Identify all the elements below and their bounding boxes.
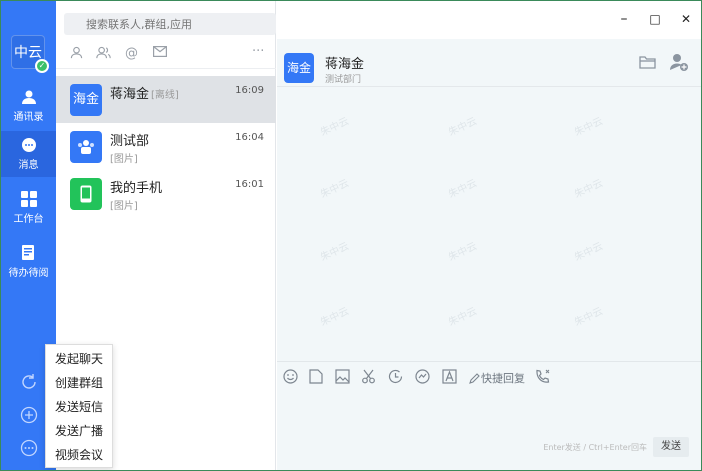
quick-reply-label: 快捷回复 xyxy=(481,372,525,385)
message-area: 朱中云 朱中云 朱中云 朱中云 朱中云 朱中云 朱中云 朱中云 朱中云 朱中云 … xyxy=(277,88,701,360)
plus-circle-icon xyxy=(20,406,37,424)
watermark: 朱中云 xyxy=(446,240,479,264)
conversation-time: 16:09 xyxy=(235,85,264,96)
phone-avatar-icon xyxy=(70,178,102,210)
watermark: 朱中云 xyxy=(572,177,605,201)
group-avatar-icon xyxy=(70,131,102,163)
app-logo[interactable]: 中云 ✓ xyxy=(11,35,49,73)
screenshot-cut-icon[interactable] xyxy=(361,369,376,387)
watermark: 朱中云 xyxy=(572,115,605,139)
pen-icon xyxy=(469,373,480,384)
more-filter-icon[interactable]: ··· xyxy=(252,44,264,59)
logo-text: 中云 xyxy=(14,45,42,61)
conversation-item[interactable]: 海金 蒋海金 [离线] 16:09 xyxy=(56,76,276,123)
folder-icon[interactable] xyxy=(639,55,656,72)
conversation-time: 16:04 xyxy=(235,132,264,143)
mail-filter-icon[interactable] xyxy=(153,46,168,61)
file-icon[interactable] xyxy=(309,369,324,387)
create-menu: 发起聊天 创建群组 发送短信 发送广播 视频会议 xyxy=(45,344,113,468)
remote-assist-icon[interactable] xyxy=(415,369,430,387)
send-hint: Enter发送 / Ctrl+Enter回车 xyxy=(543,443,647,452)
chat-contact-dept: 测试部门 xyxy=(325,75,362,85)
avatar: 海金 xyxy=(70,84,102,116)
workspace-icon xyxy=(20,191,37,207)
minimize-button[interactable]: – xyxy=(614,9,634,29)
group-filter-icon[interactable] xyxy=(96,46,111,63)
rail-item-label: 消息 xyxy=(18,160,39,171)
rail-item-contacts[interactable]: 通讯录 xyxy=(1,83,56,129)
rail-item-label: 工作台 xyxy=(13,214,44,225)
title-bar: – □ ✕ xyxy=(277,1,701,39)
watermark: 朱中云 xyxy=(572,240,605,264)
conversation-name: 测试部 xyxy=(110,134,150,149)
verified-check-icon: ✓ xyxy=(35,59,49,73)
menu-item-video-meeting[interactable]: 视频会议 xyxy=(46,443,112,467)
app-window: 中云 ✓ 通讯录 消息 工作台 待办待阅 搜索联系人,群组,应用 @ ··· 海… xyxy=(0,0,702,471)
conversation-item[interactable]: 测试部 16:04 [图片] xyxy=(56,123,276,170)
rail-item-label: 通讯录 xyxy=(13,112,44,123)
refresh-icon xyxy=(21,374,36,389)
mention-filter-icon[interactable]: @ xyxy=(125,46,138,61)
close-button[interactable]: ✕ xyxy=(676,9,696,29)
image-icon[interactable] xyxy=(335,369,350,387)
watermark: 朱中云 xyxy=(446,177,479,201)
conversation-item[interactable]: 我的手机 16:01 [图片] xyxy=(56,170,276,217)
more-circle-icon xyxy=(20,439,37,457)
conversation-preview: [图片] xyxy=(110,154,138,165)
filter-bar: @ ··· xyxy=(56,41,276,69)
rail-item-messages[interactable]: 消息 xyxy=(1,131,56,177)
watermark: 朱中云 xyxy=(318,305,351,329)
conversation-name: 蒋海金 [离线] xyxy=(110,83,179,102)
presence-status: [离线] xyxy=(151,90,179,101)
font-icon[interactable] xyxy=(442,369,457,387)
watermark: 朱中云 xyxy=(318,177,351,201)
person-filter-icon[interactable] xyxy=(70,46,83,63)
quick-reply-button[interactable]: 快捷回复 xyxy=(469,370,525,386)
rail-item-workspace[interactable]: 工作台 xyxy=(1,185,56,231)
watermark: 朱中云 xyxy=(318,115,351,139)
maximize-button[interactable]: □ xyxy=(645,9,665,29)
rail-item-label: 待办待阅 xyxy=(8,268,49,279)
chat-contact-name: 蒋海金 xyxy=(325,57,365,72)
chat-area: – □ ✕ 海金 蒋海金 测试部门 朱中云 朱中云 朱中云 朱中云 朱中云 朱中… xyxy=(277,1,701,470)
watermark: 朱中云 xyxy=(318,240,351,264)
watermark: 朱中云 xyxy=(572,305,605,329)
rail-item-todo[interactable]: 待办待阅 xyxy=(1,239,56,285)
conversation-name-text: 蒋海金 xyxy=(110,87,150,102)
menu-item-broadcast[interactable]: 发送广播 xyxy=(46,419,112,443)
add-member-icon[interactable] xyxy=(669,53,689,74)
chat-header: 海金 蒋海金 测试部门 xyxy=(277,39,701,87)
send-button[interactable]: 发送 xyxy=(653,437,689,457)
conversation-name: 我的手机 xyxy=(110,181,163,196)
message-icon xyxy=(21,138,36,152)
conversation-preview: [图片] xyxy=(110,201,138,212)
watermark: 朱中云 xyxy=(446,115,479,139)
emoji-icon[interactable] xyxy=(283,369,298,387)
call-icon[interactable] xyxy=(535,369,551,387)
chat-avatar[interactable]: 海金 xyxy=(284,53,314,83)
menu-item-send-sms[interactable]: 发送短信 xyxy=(46,395,112,419)
input-toolbar: 快捷回复 xyxy=(277,361,701,391)
todo-icon xyxy=(21,245,34,260)
conversation-time: 16:01 xyxy=(235,179,264,190)
menu-item-start-chat[interactable]: 发起聊天 xyxy=(46,347,112,371)
search-input[interactable] xyxy=(64,13,276,35)
contacts-icon xyxy=(21,90,36,104)
menu-item-create-group[interactable]: 创建群组 xyxy=(46,371,112,395)
watermark: 朱中云 xyxy=(446,305,479,329)
history-icon[interactable] xyxy=(388,369,403,387)
